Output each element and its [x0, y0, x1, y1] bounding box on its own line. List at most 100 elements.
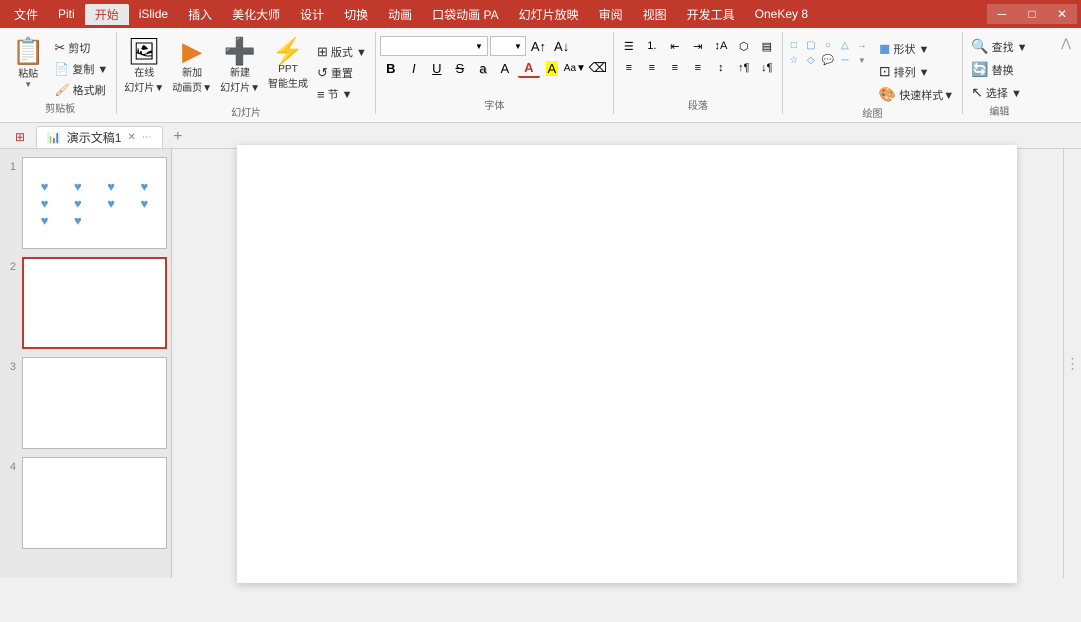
menu-item-slideshow[interactable]: 幻灯片放映: [509, 4, 589, 25]
heart-2: ♥: [62, 179, 93, 194]
font-name-selector[interactable]: ▼: [380, 36, 488, 56]
font-shrink-button[interactable]: A↓: [551, 38, 572, 55]
quick-style-button[interactable]: 🎨 快速样式▼: [875, 84, 958, 105]
menu-item-beautify[interactable]: 美化大师: [222, 4, 290, 25]
menu-item-home[interactable]: 开始: [85, 4, 129, 25]
select-button[interactable]: ↖ 选择 ▼: [967, 82, 1031, 103]
menu-item-islide[interactable]: iSlide: [129, 5, 178, 23]
arrange-button[interactable]: ⊡ 排列 ▼: [875, 61, 958, 82]
ppt-ai-button[interactable]: ⚡ PPT智能生成: [265, 36, 311, 92]
align-left-button[interactable]: ≡: [618, 58, 640, 78]
menu-item-design[interactable]: 设计: [290, 4, 334, 25]
menu-item-insert[interactable]: 插入: [178, 4, 222, 25]
text-direction-button[interactable]: ↕A: [710, 36, 732, 56]
bullets-button[interactable]: ☰: [618, 36, 640, 56]
maximize-button[interactable]: □: [1017, 4, 1047, 24]
convert-to-smart-button[interactable]: ⬡: [733, 36, 755, 56]
reset-button[interactable]: ↺ 重置: [313, 63, 371, 83]
online-slides-icon: 🖼: [128, 38, 161, 64]
shape-more[interactable]: ▼: [855, 53, 869, 67]
format-painter-button[interactable]: 🖌 格式刷: [50, 80, 112, 100]
shape-star[interactable]: ☆: [787, 53, 801, 67]
new-slide-button[interactable]: ➕ 新建幻灯片▼: [217, 36, 263, 96]
menu-item-pa[interactable]: 口袋动画 PA: [422, 4, 508, 25]
menu-item-file[interactable]: 文件: [4, 4, 48, 25]
shape-rect[interactable]: □: [787, 38, 801, 52]
find-button[interactable]: 🔍 查找 ▼: [967, 36, 1031, 57]
align-center-button[interactable]: ≡: [641, 58, 663, 78]
para-after-button[interactable]: ↓¶: [756, 58, 778, 78]
layout-label: 版式 ▼: [331, 44, 367, 60]
menu-item-developer[interactable]: 开发工具: [677, 4, 745, 25]
editing-group-label: 编辑: [967, 103, 1031, 120]
new-animation-button[interactable]: ▶ 新加动画页▼: [169, 36, 215, 96]
shadow-button[interactable]: a: [472, 58, 494, 78]
layout-button[interactable]: ⊞ 版式 ▼: [313, 42, 371, 62]
arrange-icon: ⊡: [879, 63, 891, 80]
shape-rounded[interactable]: ▢: [804, 38, 818, 52]
shape-triangle[interactable]: △: [838, 38, 852, 52]
indent-decrease-button[interactable]: ⇤: [664, 36, 686, 56]
slide-thumb-3[interactable]: [22, 357, 167, 449]
font-group-label: 字体: [380, 97, 609, 114]
italic-button[interactable]: I: [403, 58, 425, 78]
menu-item-transition[interactable]: 切换: [334, 4, 378, 25]
ribbon-expand-button[interactable]: ⋀: [1059, 34, 1073, 52]
numbering-button[interactable]: 1.: [641, 36, 663, 56]
menu-bar: 文件 Piti 开始 iSlide 插入 美化大师 设计 切换 动画 口袋动画 …: [0, 0, 1081, 28]
select-icon: ↖: [971, 84, 983, 101]
font-color-button[interactable]: A: [518, 58, 540, 78]
columns-button[interactable]: ▤: [756, 36, 778, 56]
copy-label: 复制 ▼: [72, 61, 108, 77]
align-right-button[interactable]: ≡: [664, 58, 686, 78]
replace-button[interactable]: 🔄 替换: [967, 59, 1031, 80]
clear-format-button[interactable]: ⌫: [587, 58, 609, 78]
doc-tab-more[interactable]: ⋯: [142, 132, 152, 143]
slide-thumb-1[interactable]: ♥ ♥ ♥ ♥ ♥ ♥ ♥ ♥ ♥ ♥: [22, 157, 167, 249]
char-spacing-button[interactable]: A: [495, 58, 517, 78]
strikethrough-button[interactable]: S: [449, 58, 471, 78]
section-label: 节 ▼: [328, 86, 353, 102]
document-tab[interactable]: 📊 演示文稿1 ✕ ⋯: [36, 126, 163, 148]
shape-callout[interactable]: 💬: [821, 53, 835, 67]
heart-8: ♥: [129, 196, 160, 211]
para-before-button[interactable]: ↑¶: [733, 58, 755, 78]
line-spacing-button[interactable]: ↕: [710, 58, 732, 78]
underline-button[interactable]: U: [426, 58, 448, 78]
copy-button[interactable]: 📄 复制 ▼: [50, 59, 112, 79]
layout-icon: ⊞: [317, 44, 328, 60]
font-size-selector[interactable]: ▼: [490, 36, 526, 56]
shape-circle[interactable]: ○: [821, 38, 835, 52]
indent-increase-button[interactable]: ⇥: [687, 36, 709, 56]
menu-item-review[interactable]: 审阅: [589, 4, 633, 25]
slide-thumb-4[interactable]: [22, 457, 167, 549]
menu-item-onekey[interactable]: OneKey 8: [745, 5, 818, 23]
menu-item-piti[interactable]: Piti: [48, 5, 85, 23]
home-icon-tab[interactable]: ⊞: [8, 126, 32, 148]
menu-item-animation[interactable]: 动画: [378, 4, 422, 25]
char-case-button[interactable]: Aa▼: [564, 58, 586, 78]
font-grow-button[interactable]: A↑: [528, 38, 549, 55]
shape-line[interactable]: ─: [838, 53, 852, 67]
new-tab-button[interactable]: +: [167, 126, 189, 148]
close-button[interactable]: ✕: [1047, 4, 1077, 24]
quick-style-label: 快速样式▼: [899, 87, 954, 103]
slide-thumb-2[interactable]: [22, 257, 167, 349]
justify-button[interactable]: ≡: [687, 58, 709, 78]
section-button[interactable]: ≡ 节 ▼: [313, 84, 371, 104]
slides-group: 🖼 在线幻灯片▼ ▶ 新加动画页▼ ➕ 新建幻灯片▼ ⚡ PPT智能生成: [117, 32, 376, 114]
menu-item-view[interactable]: 视图: [633, 4, 677, 25]
shape-arrow[interactable]: →: [855, 38, 869, 52]
heart-4: ♥: [129, 179, 160, 194]
paste-button[interactable]: 📋 粘贴 ▼: [8, 36, 48, 91]
bold-button[interactable]: B: [380, 58, 402, 78]
right-expand-handle[interactable]: ⋮: [1063, 149, 1081, 578]
cut-button[interactable]: ✂ 剪切: [50, 38, 112, 58]
online-slides-button[interactable]: 🖼 在线幻灯片▼: [121, 36, 167, 96]
doc-tab-close[interactable]: ✕: [127, 132, 135, 143]
shape-fill-button[interactable]: ◼ 形状 ▼: [875, 38, 958, 59]
shape-diamond[interactable]: ◇: [804, 53, 818, 67]
highlight-button[interactable]: A: [541, 58, 563, 78]
slide-canvas[interactable]: [237, 145, 1017, 583]
minimize-button[interactable]: ─: [987, 4, 1017, 24]
